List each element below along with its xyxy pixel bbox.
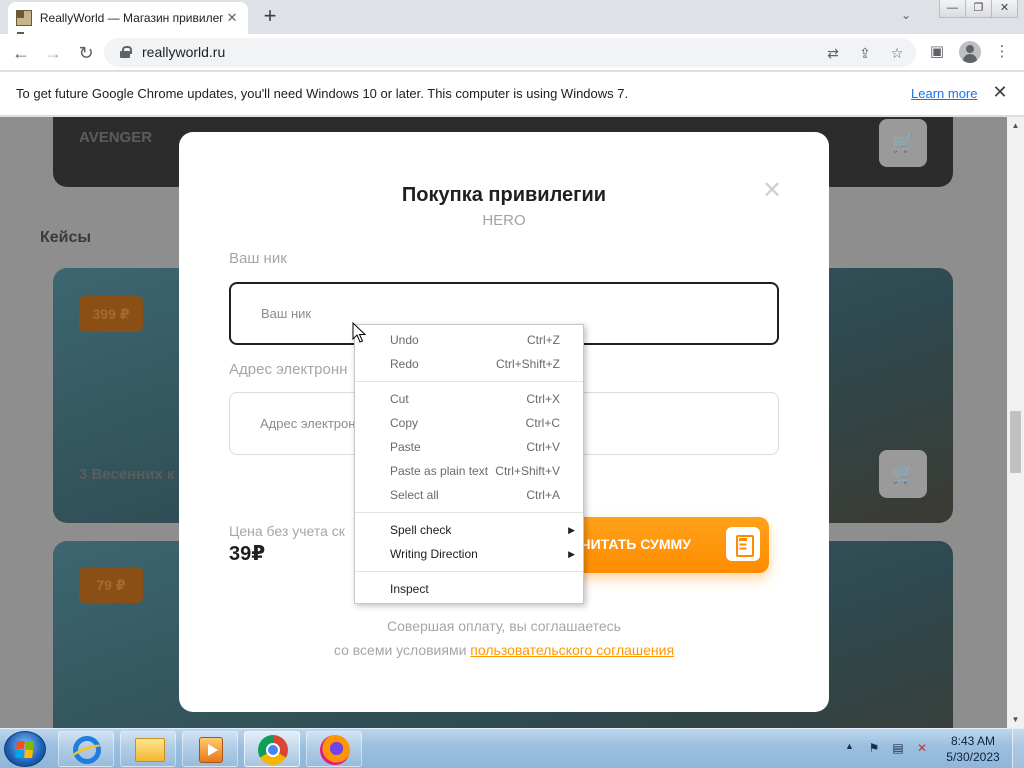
media-player-icon — [199, 737, 223, 763]
chrome-icon — [258, 735, 288, 765]
internet-explorer-icon — [73, 736, 101, 764]
ctx-item-copy[interactable]: Copy Ctrl+C — [355, 411, 583, 435]
infobar-message: To get future Google Chrome updates, you… — [16, 86, 629, 101]
profile-avatar-icon[interactable] — [959, 41, 981, 63]
section-title-cases: Кейсы — [40, 229, 92, 246]
tab-search-chevron-icon[interactable]: ⌄ — [896, 8, 916, 28]
start-button[interactable] — [4, 731, 46, 767]
context-menu: Undo Ctrl+Z Redo Ctrl+Shift+Z Cut Ctrl+X Co… — [354, 324, 584, 604]
reallyworld-favicon-icon — [16, 10, 32, 39]
bookmark-star-icon[interactable]: ☆ — [887, 43, 907, 63]
menu-kebab-icon[interactable]: ⋮ — [992, 42, 1012, 62]
windows-logo-icon — [15, 741, 35, 759]
case-price-tag: 79 ₽ — [79, 567, 143, 603]
volume-muted-icon[interactable]: ✕ — [914, 740, 930, 756]
translate-icon[interactable]: ⇄ — [823, 43, 843, 63]
close-window-button[interactable]: ✕ — [991, 0, 1018, 18]
forward-arrow-icon[interactable]: → — [40, 40, 66, 66]
email-label: Адрес электронн — [229, 361, 348, 378]
folder-icon — [135, 738, 165, 762]
case-price-tag: 399 ₽ — [79, 296, 143, 332]
taskbar-internet-explorer[interactable] — [58, 731, 114, 767]
calculator-icon — [726, 527, 760, 561]
product-card-title: AVENGER — [79, 129, 153, 146]
ctx-item-paste-plain[interactable]: Paste as plain text Ctrl+Shift+V — [355, 459, 583, 483]
clock-date[interactable]: 5/30/2023 — [940, 750, 1006, 764]
tab-title: ReallyWorld — Магазин привилегий — [39, 11, 225, 25]
update-infobar: To get future Google Chrome updates, you… — [0, 72, 1024, 116]
submenu-arrow-icon: ▶ — [568, 525, 575, 535]
ctx-item-writing-direction[interactable]: Writing Direction ▶ — [355, 542, 583, 566]
taskbar-file-explorer[interactable] — [120, 731, 176, 767]
taskbar-chrome[interactable] — [244, 731, 300, 767]
ctx-item-cut[interactable]: Cut Ctrl+X — [355, 387, 583, 411]
calculate-sum-label: СЧИТАТЬ СУММУ — [571, 536, 691, 552]
taskbar-firefox[interactable] — [306, 731, 362, 767]
infobar-close-icon[interactable]: ✕ — [990, 82, 1010, 102]
maximize-button[interactable]: ❐ — [965, 0, 992, 18]
reload-icon[interactable]: ↻ — [73, 40, 99, 66]
ctx-item-inspect[interactable]: Inspect — [355, 577, 583, 601]
submenu-arrow-icon: ▶ — [568, 549, 575, 559]
modal-subtitle: HERO — [482, 212, 526, 229]
clock-time[interactable]: 8:43 AM — [940, 734, 1006, 748]
modal-title: Покупка привилегии — [401, 184, 607, 206]
share-icon[interactable]: ⇪ — [855, 43, 875, 63]
price-label: Цена без учета ск — [229, 523, 345, 539]
tab-strip: ReallyWorld — Магазин привилегий ✕ + ⌄ —… — [0, 0, 1024, 39]
agreement-text-line1: Совершая оплату, вы соглашаетесь — [387, 618, 621, 634]
page-scrollbar[interactable]: ▲ ▼ — [1007, 117, 1024, 728]
taskbar-media-player[interactable] — [182, 731, 238, 767]
price-value: 39₽ — [229, 543, 266, 565]
nick-label: Ваш ник — [229, 250, 287, 267]
agreement-prefix: со всеми условиями — [333, 642, 471, 658]
network-icon[interactable]: ▤ — [890, 740, 906, 756]
cart-icon[interactable]: 🛒 — [879, 450, 927, 498]
address-bar[interactable]: reallyworld.ru ⇄ ⇪ ☆ — [104, 38, 916, 67]
back-arrow-icon[interactable]: ← — [8, 40, 34, 66]
show-desktop-button[interactable] — [1012, 729, 1024, 768]
window-controls: — ❐ ✕ — [939, 0, 1018, 18]
ctx-item-undo[interactable]: Undo Ctrl+Z — [355, 328, 583, 352]
case-card-title: 3 Весенних к — [79, 466, 175, 483]
ctx-item-select-all[interactable]: Select all Ctrl+A — [355, 483, 583, 507]
new-tab-button[interactable]: + — [258, 5, 282, 29]
scroll-up-arrow-icon[interactable]: ▲ — [1007, 117, 1024, 134]
agreement-text-line2: со всеми условиями пользовательского сог… — [179, 642, 829, 658]
mouse-pointer-icon — [352, 322, 366, 343]
url-text[interactable]: reallyworld.ru — [142, 44, 225, 60]
tab-close-icon[interactable]: ✕ — [224, 10, 240, 26]
ctx-item-spell-check[interactable]: Spell check ▶ — [355, 518, 583, 542]
lock-icon[interactable] — [120, 46, 132, 58]
ctx-item-paste[interactable]: Paste Ctrl+V — [355, 435, 583, 459]
cart-icon[interactable]: 🛒 — [879, 119, 927, 167]
learn-more-link[interactable]: Learn more — [911, 86, 977, 101]
firefox-icon — [320, 735, 350, 765]
side-panel-icon[interactable]: ▣ — [927, 42, 947, 62]
ctx-separator — [355, 571, 583, 572]
scroll-thumb[interactable] — [1010, 411, 1021, 473]
windows-taskbar: ▲ ⚑ ▤ ✕ 8:43 AM 5/30/2023 — [0, 728, 1024, 768]
browser-toolbar: ← → ↻ reallyworld.ru ⇄ ⇪ ☆ ▣ ⋮ — [0, 34, 1024, 71]
action-center-flag-icon[interactable]: ⚑ — [866, 740, 882, 756]
minimize-button[interactable]: — — [939, 0, 966, 18]
tray-expand-icon[interactable]: ▲ — [845, 741, 854, 751]
user-agreement-link[interactable]: пользовательского соглашения — [470, 642, 674, 658]
ctx-item-redo[interactable]: Redo Ctrl+Shift+Z — [355, 352, 583, 376]
ctx-separator — [355, 381, 583, 382]
scroll-down-arrow-icon[interactable]: ▼ — [1007, 711, 1024, 728]
modal-close-icon[interactable]: ✕ — [761, 179, 783, 203]
ctx-separator — [355, 512, 583, 513]
browser-tab[interactable]: ReallyWorld — Магазин привилегий ✕ — [8, 2, 248, 39]
